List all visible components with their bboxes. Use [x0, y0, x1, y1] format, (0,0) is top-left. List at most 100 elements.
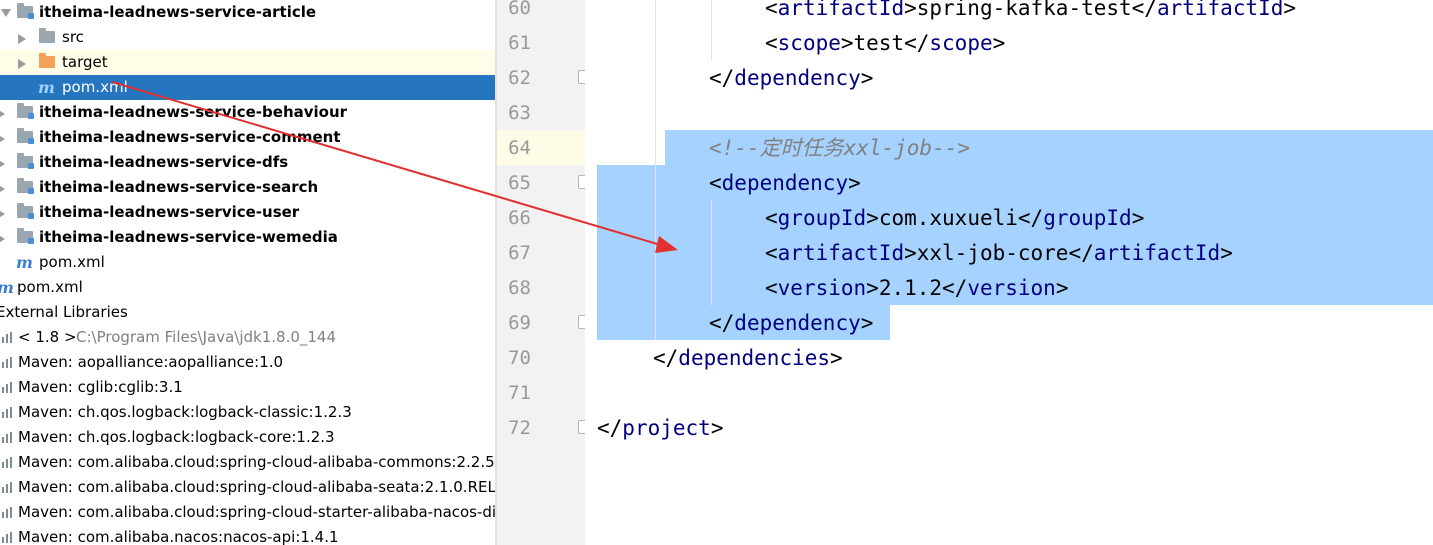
code-line: <scope>test</scope>: [765, 26, 1005, 61]
tree-item-library[interactable]: Maven: ch.qos.logback:logback-classic:1.…: [0, 400, 495, 425]
line-number: 62: [508, 67, 531, 89]
code-line: <dependency>: [709, 166, 861, 201]
xml-tag-name: artifactId: [1156, 0, 1284, 20]
library-icon: [2, 457, 13, 468]
module-folder-icon: [17, 103, 34, 119]
jdk-path: C:\Program Files\Java\jdk1.8.0_144: [76, 328, 337, 346]
tree-item-label: itheima-leadnews-service-comment: [39, 128, 341, 146]
tree-item-library[interactable]: Maven: ch.qos.logback:logback-core:1.2.3: [0, 425, 495, 450]
tree-item-label: pom.xml: [62, 78, 128, 96]
xml-tag-name: artifactId: [1093, 241, 1221, 265]
library-icon: [2, 332, 13, 343]
code-line: </dependency>: [709, 61, 873, 96]
tree-item-service-search[interactable]: itheima-leadnews-service-search: [0, 175, 495, 200]
project-tree: itheima-leadnews-service-article src tar…: [0, 0, 495, 545]
tree-item-root-pom[interactable]: m pom.xml: [0, 275, 495, 300]
tree-item-label: < 1.8 >: [18, 328, 77, 346]
collapse-arrow-icon[interactable]: [0, 209, 5, 219]
xml-text: >: [860, 66, 874, 90]
tree-item-label: itheima-leadnews-service-user: [39, 203, 300, 221]
module-folder-icon: [17, 3, 34, 19]
collapse-arrow-icon[interactable]: [0, 184, 5, 194]
tree-item-label: Maven: ch.qos.logback:logback-classic:1.…: [18, 403, 352, 421]
xml-text: >test</: [840, 31, 930, 55]
code-line: </dependencies>: [653, 341, 843, 376]
tree-item-pom-selected[interactable]: m pom.xml: [0, 75, 495, 100]
tree-item-label: src: [62, 28, 84, 46]
library-icon: [2, 432, 13, 443]
code-editor[interactable]: <artifactId>spring-kafka-test</artifactI…: [585, 0, 1433, 545]
collapse-arrow-icon[interactable]: [18, 59, 26, 69]
xml-text: </: [709, 311, 735, 335]
collapse-arrow-icon[interactable]: [18, 34, 26, 44]
code-line: <version>2.1.2</version>: [765, 271, 1069, 306]
xml-text: >: [1283, 0, 1297, 20]
tree-item-label: Maven: com.alibaba.cloud:spring-cloud-st…: [18, 503, 495, 521]
xml-text: >xxl-job-core</: [904, 241, 1094, 265]
library-icon: [2, 482, 13, 493]
expand-arrow-icon[interactable]: [1, 9, 11, 17]
line-number: 72: [508, 417, 531, 439]
line-number: 66: [508, 207, 531, 229]
xml-tag-name: dependency: [721, 171, 849, 195]
tree-item-library[interactable]: Maven: aopalliance:aopalliance:1.0: [0, 350, 495, 375]
xml-tag-name: dependencies: [678, 346, 831, 370]
tree-item-label: Maven: ch.qos.logback:logback-core:1.2.3: [18, 428, 335, 446]
xml-text: >: [710, 416, 724, 440]
module-folder-icon: [17, 128, 34, 144]
excluded-folder-icon: [39, 53, 55, 68]
xml-tag-name: artifactId: [777, 0, 905, 20]
tree-item-library[interactable]: Maven: com.alibaba.cloud:spring-cloud-st…: [0, 500, 495, 525]
maven-file-icon: m: [16, 253, 33, 272]
tree-item-service-wemedia[interactable]: itheima-leadnews-service-wemedia: [0, 225, 495, 250]
collapse-arrow-icon[interactable]: [0, 109, 5, 119]
tree-item-target[interactable]: target: [0, 50, 495, 75]
tree-item-library[interactable]: Maven: com.alibaba.nacos:nacos-api:1.4.1: [0, 525, 495, 545]
xml-text: </: [597, 416, 623, 440]
xml-text: >: [848, 171, 861, 195]
line-number: 61: [508, 32, 531, 54]
tree-item-src[interactable]: src: [0, 25, 495, 50]
xml-tag-name: version: [967, 276, 1056, 300]
xml-text: >: [1131, 206, 1145, 230]
maven-file-icon: m: [0, 275, 14, 300]
tree-item-library[interactable]: Maven: com.alibaba.cloud:spring-cloud-al…: [0, 450, 495, 475]
line-number: 60: [508, 0, 531, 19]
collapse-arrow-icon[interactable]: [0, 134, 5, 144]
xml-text: <: [765, 31, 778, 55]
line-number: 68: [508, 277, 531, 299]
xml-text: >spring-kafka-test</: [904, 0, 1157, 20]
tree-item-pom[interactable]: m pom.xml: [0, 250, 495, 275]
xml-tag-name: dependency: [734, 311, 861, 335]
code-line: <artifactId>xxl-job-core</artifactId>: [765, 236, 1233, 271]
xml-tag-name: groupId: [1043, 206, 1132, 230]
collapse-arrow-icon[interactable]: [0, 159, 5, 169]
tree-item-library[interactable]: Maven: com.alibaba.cloud:spring-cloud-al…: [0, 475, 495, 500]
line-number: 71: [508, 382, 531, 404]
tree-item-jdk[interactable]: < 1.8 > C:\Program Files\Java\jdk1.8.0_1…: [0, 325, 495, 350]
tree-item-library[interactable]: Maven: cglib:cglib:3.1: [0, 375, 495, 400]
code-line: <artifactId>spring-kafka-test</artifactI…: [765, 0, 1296, 26]
tree-item-label: target: [62, 53, 108, 71]
tree-item-service-dfs[interactable]: itheima-leadnews-service-dfs: [0, 150, 495, 175]
line-number: 63: [508, 102, 531, 124]
xml-text: </: [653, 346, 679, 370]
library-icon: [2, 407, 13, 418]
tree-item-external-libraries[interactable]: External Libraries: [0, 300, 495, 325]
tree-item-service-comment[interactable]: itheima-leadnews-service-comment: [0, 125, 495, 150]
maven-file-icon: m: [38, 78, 55, 97]
tree-item-service-behaviour[interactable]: itheima-leadnews-service-behaviour: [0, 100, 495, 125]
collapse-arrow-icon[interactable]: [0, 234, 5, 244]
xml-tag-name: artifactId: [777, 241, 905, 265]
indent-guide: [711, 200, 712, 305]
tree-item-service-article[interactable]: itheima-leadnews-service-article: [0, 0, 495, 25]
xml-tag-name: project: [622, 416, 711, 440]
code-line: </project>: [597, 411, 723, 446]
xml-text: >: [992, 31, 1006, 55]
tree-item-service-user[interactable]: itheima-leadnews-service-user: [0, 200, 495, 225]
library-icon: [2, 532, 13, 543]
tree-item-label: External Libraries: [0, 303, 128, 321]
tree-item-label: Maven: com.alibaba.cloud:spring-cloud-al…: [18, 478, 495, 496]
xml-tag-name: scope: [777, 31, 841, 55]
module-folder-icon: [17, 178, 34, 194]
